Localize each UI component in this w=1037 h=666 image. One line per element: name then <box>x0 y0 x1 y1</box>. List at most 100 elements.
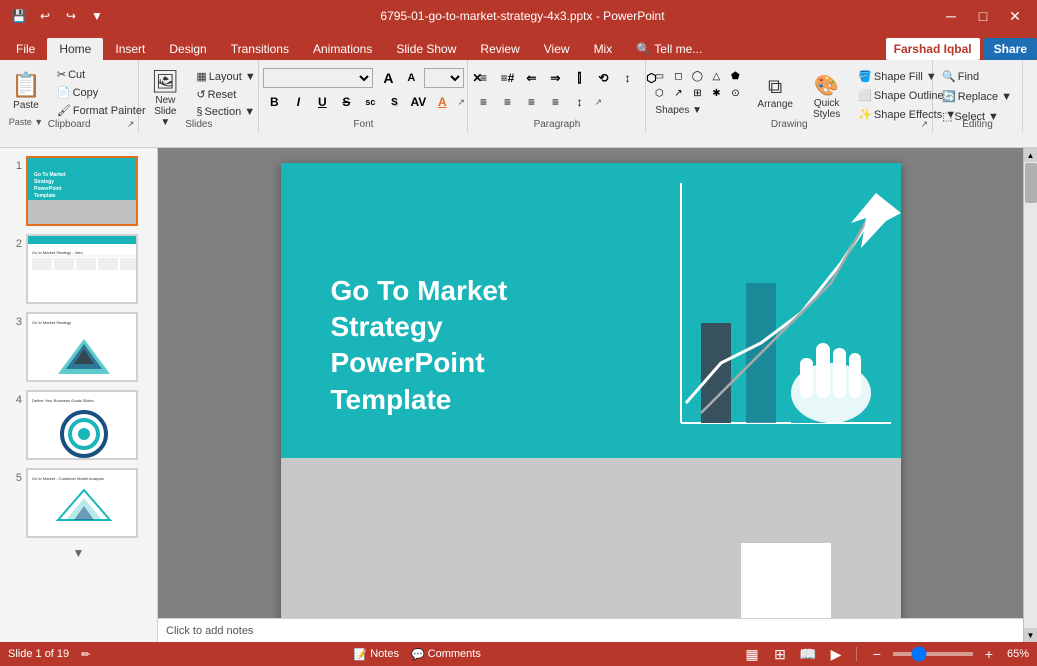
shape-item[interactable]: ✱ <box>707 85 725 101</box>
zoom-slider[interactable] <box>893 652 973 656</box>
find-icon: 🔍 <box>942 70 956 83</box>
editing-group-label: Editing <box>933 119 1022 130</box>
replace-button[interactable]: 🔄 Replace ▼ <box>937 88 1017 105</box>
paragraph-dialog-button[interactable]: ↗ <box>594 97 602 108</box>
tab-transitions[interactable]: Transitions <box>219 38 301 60</box>
align-text-button[interactable]: ↕ <box>616 68 638 88</box>
slide-thumb-img-3[interactable]: Go to Market Strategy <box>26 312 138 382</box>
zoom-in-button[interactable]: + <box>977 644 1001 664</box>
shape-item[interactable]: ↗ <box>669 85 687 101</box>
align-center-button[interactable]: ≡ <box>496 92 518 112</box>
minimize-button[interactable]: ─ <box>937 6 965 26</box>
normal-view-button[interactable]: ▦ <box>740 644 764 664</box>
slide-thumbnail-1[interactable]: 1 Go To Market Strategy PowerPoint Templ… <box>8 156 138 226</box>
slideshow-button[interactable]: ▶ <box>824 644 848 664</box>
font-dialog-button[interactable]: ↗ <box>457 97 465 108</box>
copy-button[interactable]: 📄 Copy <box>52 84 151 101</box>
numbered-list-button[interactable]: ≡# <box>496 68 518 88</box>
cut-button[interactable]: ✂ Cut <box>52 66 151 83</box>
increase-indent-button[interactable]: ⇒ <box>544 68 566 88</box>
font-color-button[interactable]: A <box>431 92 453 112</box>
redo-button[interactable]: ↪ <box>60 5 82 27</box>
underline-button[interactable]: U <box>311 92 333 112</box>
decrease-font-size-button[interactable]: A <box>400 68 422 88</box>
slide-thumb-img-1[interactable]: Go To Market Strategy PowerPoint Templat… <box>26 156 138 226</box>
save-button[interactable]: 💾 <box>8 5 30 27</box>
font-name-select[interactable] <box>263 68 373 88</box>
bold-button[interactable]: B <box>263 92 285 112</box>
user-name-button[interactable]: Farshad Iqbal <box>886 38 980 60</box>
scroll-up-button[interactable]: ▲ <box>1024 148 1037 162</box>
reset-button[interactable]: ↺ Reset <box>191 86 260 103</box>
shape-item[interactable]: ◻ <box>669 68 687 84</box>
align-right-button[interactable]: ≡ <box>520 92 542 112</box>
slide-thumbnail-2[interactable]: 2 Go to Market Strategy - Intro <box>8 234 138 304</box>
align-left-button[interactable]: ≡ <box>472 92 494 112</box>
tab-animations[interactable]: Animations <box>301 38 384 60</box>
text-direction-button[interactable]: ⟲ <box>592 68 614 88</box>
shape-item[interactable]: ⊙ <box>726 85 744 101</box>
slide-panel-scroll-down[interactable]: ▼ <box>73 546 85 560</box>
shadow-button[interactable]: S <box>383 92 405 112</box>
italic-button[interactable]: I <box>287 92 309 112</box>
justify-button[interactable]: ≡ <box>544 92 566 112</box>
scroll-thumb[interactable] <box>1025 163 1037 203</box>
charspacing-button[interactable]: AV <box>407 92 429 112</box>
shape-item[interactable]: ⊞ <box>688 85 706 101</box>
slide-thumbnail-5[interactable]: 5 Go to Market - Customer Model Analysis <box>8 468 138 538</box>
strikethrough-button[interactable]: S <box>335 92 357 112</box>
notes-placeholder: Click to add notes <box>166 625 253 637</box>
slide-thumb-img-4[interactable]: Define Your Business Goals Slides <box>26 390 138 460</box>
tab-mix[interactable]: Mix <box>582 38 625 60</box>
layout-button[interactable]: ▦ Layout ▼ <box>191 68 260 85</box>
slide-info: Slide 1 of 19 <box>8 648 69 660</box>
font-size-select[interactable] <box>424 68 464 88</box>
reading-view-button[interactable]: 📖 <box>796 644 820 664</box>
decrease-indent-button[interactable]: ⇐ <box>520 68 542 88</box>
shape-item[interactable]: ⬡ <box>650 85 668 101</box>
undo-button[interactable]: ↩ <box>34 5 56 27</box>
tab-file[interactable]: File <box>4 38 47 60</box>
edit-indicator-button[interactable]: ✏ <box>77 646 94 663</box>
slide-sorter-button[interactable]: ⊞ <box>768 644 792 664</box>
format-painter-button[interactable]: 🖌 Format Painter <box>52 102 151 119</box>
tab-insert[interactable]: Insert <box>103 38 157 60</box>
shapes-more-button[interactable]: Shapes ▼ <box>650 103 744 118</box>
line-spacing-button[interactable]: ↕ <box>568 92 590 112</box>
tab-home[interactable]: Home <box>47 38 103 60</box>
shape-item[interactable]: ◯ <box>688 68 706 84</box>
customize-qat-button[interactable]: ▼ <box>86 5 108 27</box>
comments-button[interactable]: 💬 Comments <box>407 646 485 663</box>
tab-slideshow[interactable]: Slide Show <box>384 38 468 60</box>
slide-thumbnail-4[interactable]: 4 Define Your Business Goals Slides <box>8 390 138 460</box>
shape-item[interactable]: ▭ <box>650 68 668 84</box>
maximize-button[interactable]: □ <box>969 6 997 26</box>
smallcaps-button[interactable]: sc <box>359 92 381 112</box>
share-button[interactable]: Share <box>984 38 1037 60</box>
columns-button[interactable]: ⫿ <box>568 68 590 88</box>
arrange-button[interactable]: ⧉ Arrange <box>750 68 800 118</box>
vertical-scrollbar[interactable]: ▲ ▼ <box>1023 148 1037 642</box>
slide-thumb-img-5[interactable]: Go to Market - Customer Model Analysis <box>26 468 138 538</box>
bullets-button[interactable]: ≡ <box>472 68 494 88</box>
quick-styles-button[interactable]: 🎨 QuickStyles <box>806 68 847 125</box>
scroll-down-button[interactable]: ▼ <box>1024 628 1037 642</box>
slide-thumbnail-3[interactable]: 3 Go to Market Strategy <box>8 312 138 382</box>
clipboard-dialog-button[interactable]: ↗ <box>127 119 135 130</box>
notes-button[interactable]: 📝 Notes <box>350 646 403 663</box>
close-button[interactable]: ✕ <box>1001 6 1029 26</box>
shape-item[interactable]: ⬟ <box>726 68 744 84</box>
increase-font-size-button[interactable]: A <box>377 68 399 88</box>
main-area: 1 Go To Market Strategy PowerPoint Templ… <box>0 148 1037 642</box>
find-button[interactable]: 🔍 Find <box>937 68 1017 85</box>
zoom-out-button[interactable]: − <box>865 644 889 664</box>
slide-thumb-img-2[interactable]: Go to Market Strategy - Intro <box>26 234 138 304</box>
drawing-dialog-button[interactable]: ↗ <box>920 119 928 130</box>
tab-tell-me[interactable]: 🔍 Tell me... <box>624 38 714 60</box>
tab-design[interactable]: Design <box>157 38 218 60</box>
paste-button[interactable]: 📋 Paste <box>4 66 48 116</box>
shape-item[interactable]: △ <box>707 68 725 84</box>
tab-view[interactable]: View <box>532 38 582 60</box>
tab-review[interactable]: Review <box>468 38 531 60</box>
section-button[interactable]: § Section ▼ <box>191 104 260 120</box>
